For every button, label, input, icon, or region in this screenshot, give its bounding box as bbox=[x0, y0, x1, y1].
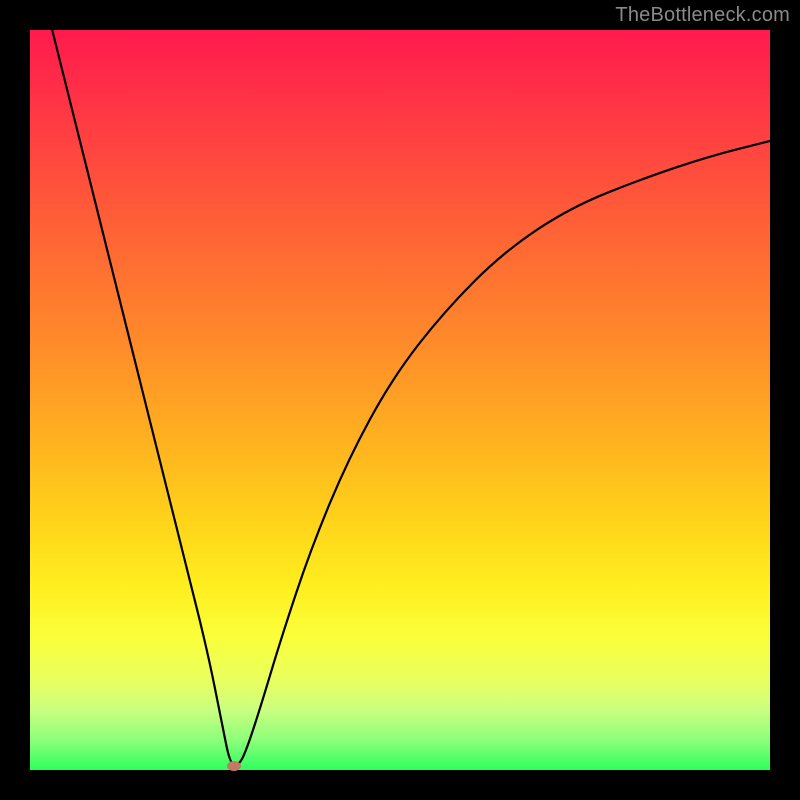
watermark-text: TheBottleneck.com bbox=[615, 4, 790, 27]
minimum-marker bbox=[227, 761, 241, 771]
plot-area bbox=[30, 30, 770, 770]
chart-frame: TheBottleneck.com bbox=[0, 0, 800, 800]
curve-path bbox=[52, 30, 770, 765]
bottleneck-curve bbox=[30, 30, 770, 770]
